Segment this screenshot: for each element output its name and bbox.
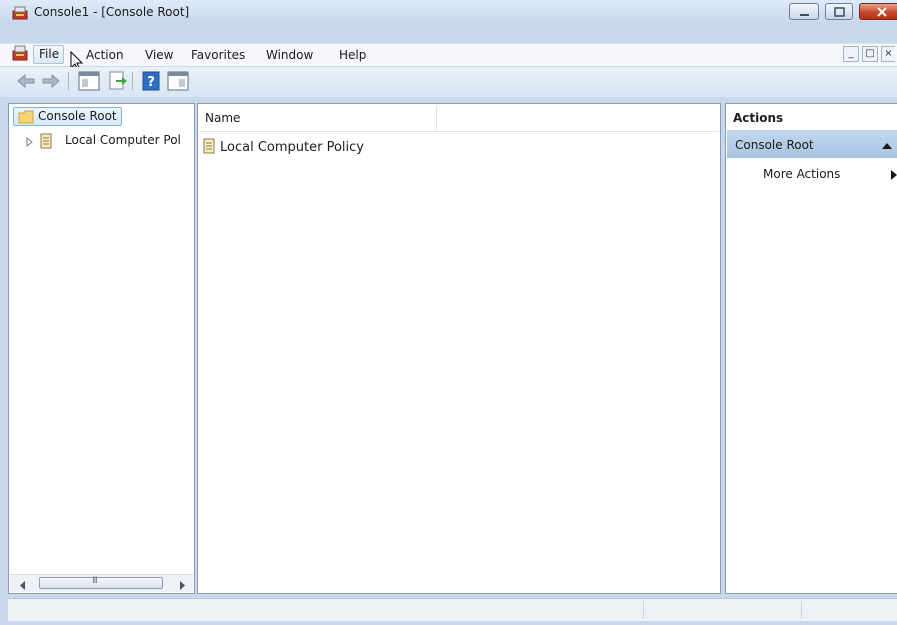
tree-item-label: Console Root (38, 109, 117, 123)
status-bar (8, 598, 897, 621)
column-header-name[interactable]: Name (205, 111, 240, 125)
scrollbar-thumb[interactable]: III (39, 576, 163, 589)
toolbar-separator (68, 72, 69, 90)
scroll-right-arrow-icon[interactable] (179, 579, 185, 593)
tree-horizontal-scrollbar[interactable]: III (10, 574, 193, 592)
column-divider[interactable] (436, 106, 437, 130)
minimize-button[interactable] (789, 3, 819, 20)
menu-bar (0, 43, 897, 66)
title-bar[interactable]: Console1 - [Console Root] (0, 0, 897, 24)
policy-document-icon (39, 133, 53, 152)
actions-group-label: Console Root (735, 138, 814, 152)
scroll-grip: III (92, 576, 98, 586)
list-header: Name (199, 105, 719, 132)
list-item[interactable]: Local Computer Policy (202, 138, 364, 158)
folder-icon (18, 110, 34, 127)
console-tree-pane[interactable]: Console Root Local Computer Pol III (8, 103, 195, 594)
menu-file[interactable]: File (33, 45, 65, 64)
mdi-close-button[interactable]: × (881, 46, 895, 62)
show-hide-console-tree-icon[interactable] (77, 70, 101, 95)
back-arrow-icon[interactable] (15, 70, 37, 95)
show-hide-action-pane-icon[interactable] (166, 70, 190, 95)
mmc-document-icon[interactable] (12, 45, 28, 61)
mmc-app-icon[interactable] (12, 6, 28, 20)
collapse-up-arrow-icon[interactable] (882, 139, 892, 153)
toolbar-separator (132, 72, 133, 90)
status-separator (801, 601, 802, 619)
expand-arrow-icon[interactable] (26, 136, 34, 150)
policy-document-icon (202, 138, 216, 158)
actions-title: Actions (733, 111, 784, 125)
tree-item-local-computer-policy[interactable]: Local Computer Pol (65, 133, 181, 147)
tree-item-console-root[interactable]: Console Root (13, 107, 122, 126)
menu-favorites[interactable]: Favorites (191, 48, 245, 62)
menu-action[interactable]: Action (86, 48, 124, 62)
mmc-window: Console1 - [Console Root] File Action Vi… (0, 0, 897, 625)
toolbar (0, 67, 897, 97)
action-more-actions[interactable]: More Actions (763, 167, 840, 181)
maximize-button[interactable] (825, 3, 853, 20)
forward-arrow-icon[interactable] (40, 70, 62, 95)
scroll-left-arrow-icon[interactable] (20, 579, 26, 593)
mdi-minimize-button[interactable]: _ (843, 46, 859, 62)
close-button[interactable] (859, 3, 897, 20)
submenu-arrow-icon[interactable] (891, 169, 897, 183)
actions-header: Actions (727, 105, 897, 131)
mdi-restore-button[interactable]: □ (862, 46, 878, 62)
list-item-label: Local Computer Policy (220, 140, 364, 155)
menu-window[interactable]: Window (266, 48, 313, 62)
status-separator (643, 601, 644, 619)
window-title: Console1 - [Console Root] (34, 5, 190, 19)
help-icon[interactable]: ? (140, 70, 162, 95)
actions-group-console-root[interactable]: Console Root (727, 131, 897, 158)
menu-help[interactable]: Help (339, 48, 366, 62)
result-list-pane[interactable]: Name Local Computer Policy (197, 103, 721, 594)
menu-view[interactable]: View (145, 48, 173, 62)
export-list-icon[interactable] (107, 70, 129, 95)
svg-text:?: ? (147, 75, 155, 90)
actions-pane: Actions Console Root More Actions (725, 103, 897, 594)
